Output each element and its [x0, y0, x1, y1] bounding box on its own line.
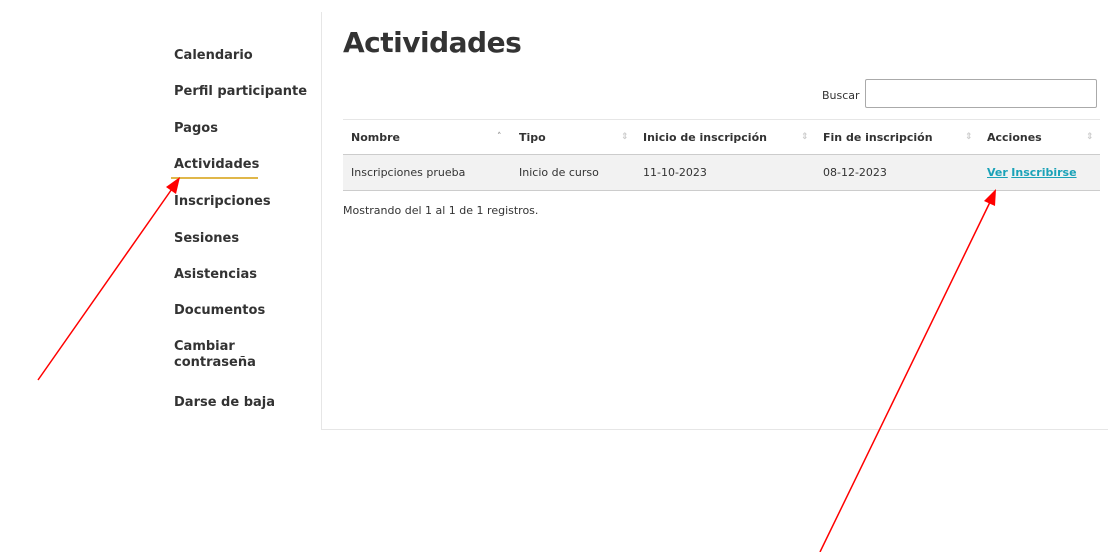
sort-icon: ⇕: [801, 132, 809, 142]
sidebar-item-perfil-participante[interactable]: Perfil participante: [174, 84, 307, 100]
content-border-left: [321, 12, 322, 430]
arrow-to-actividades: [37, 177, 180, 381]
column-header-acciones[interactable]: Acciones ⇕: [979, 120, 1100, 155]
column-header-label: Fin de inscripción: [823, 131, 933, 144]
search-label: Buscar: [822, 89, 860, 102]
sidebar-item-darse-de-baja[interactable]: Darse de baja: [174, 395, 275, 411]
column-header-fin[interactable]: Fin de inscripción ⇕: [815, 120, 979, 155]
sidebar-item-documentos[interactable]: Documentos: [174, 303, 265, 319]
sidebar-item-label-line1: Cambiar: [174, 339, 235, 354]
sidebar-item-label: Actividades: [174, 157, 260, 172]
sidebar-item-pagos[interactable]: Pagos: [174, 121, 218, 137]
sidebar-item-cambiar-contrasena[interactable]: Cambiar contraseña: [174, 339, 256, 371]
table-header: Nombre ˄ Tipo ⇕ Inicio de inscripción ⇕ …: [343, 119, 1100, 155]
cell-fin: 08-12-2023: [823, 166, 887, 179]
ver-link[interactable]: Ver: [987, 166, 1008, 179]
column-header-nombre[interactable]: Nombre ˄: [343, 120, 511, 155]
column-header-label: Nombre: [351, 131, 400, 144]
cell-inicio: 11-10-2023: [643, 166, 707, 179]
sort-icon: ⇕: [965, 132, 973, 142]
sort-icon: ⇕: [1086, 132, 1094, 142]
sidebar-item-calendario[interactable]: Calendario: [174, 48, 253, 64]
content-border-bottom: [321, 429, 1108, 430]
inscribirse-link[interactable]: Inscribirse: [1011, 166, 1076, 179]
sidebar-item-sesiones[interactable]: Sesiones: [174, 231, 239, 247]
active-indicator: [171, 177, 258, 179]
cell-acciones: Ver Inscribirse: [979, 155, 1100, 190]
search-input[interactable]: [865, 79, 1097, 108]
column-header-tipo[interactable]: Tipo ⇕: [511, 120, 635, 155]
table-row: Inscripciones prueba Inicio de curso 11-…: [343, 155, 1100, 191]
cell-tipo: Inicio de curso: [519, 166, 599, 179]
arrow-to-ver-link: [819, 189, 996, 552]
column-header-label: Inicio de inscripción: [643, 131, 767, 144]
sort-asc-icon: ˄: [497, 132, 502, 142]
column-header-label: Tipo: [519, 131, 546, 144]
sidebar-item-actividades[interactable]: Actividades: [171, 157, 260, 179]
column-header-inicio[interactable]: Inicio de inscripción ⇕: [635, 120, 815, 155]
table-info: Mostrando del 1 al 1 de 1 registros.: [343, 204, 539, 217]
column-header-label: Acciones: [987, 131, 1042, 144]
sidebar-item-inscripciones[interactable]: Inscripciones: [174, 194, 271, 210]
cell-nombre: Inscripciones prueba: [351, 166, 466, 179]
page-title: Actividades: [343, 26, 522, 59]
sidebar-item-label-line2: contraseña: [174, 355, 256, 370]
sidebar-item-asistencias[interactable]: Asistencias: [174, 267, 257, 283]
sort-icon: ⇕: [621, 132, 629, 142]
